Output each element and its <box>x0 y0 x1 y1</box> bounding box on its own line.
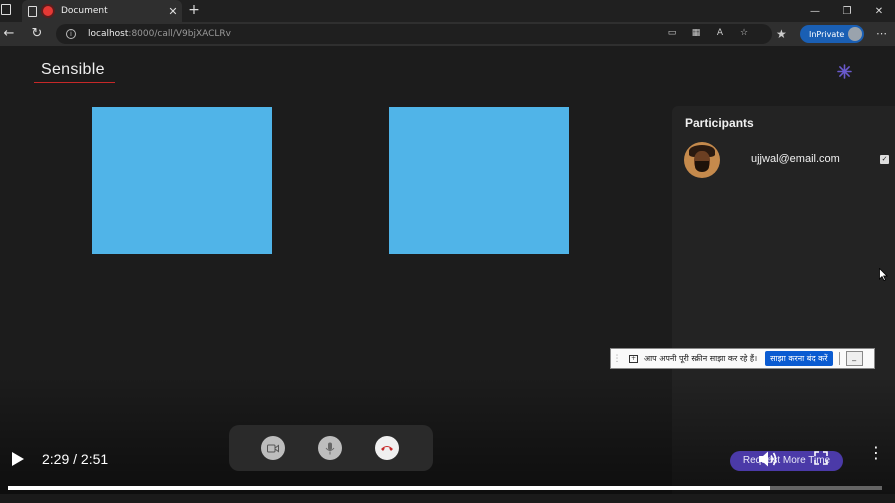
mic-toggle-button[interactable] <box>318 436 342 460</box>
new-tab-button[interactable]: + <box>186 2 202 18</box>
end-call-button[interactable] <box>375 436 399 460</box>
url-host: localhost <box>88 29 129 39</box>
profile-avatar <box>848 27 862 41</box>
url-path: :8000/call/V9bjXACLRv <box>128 29 232 39</box>
recording-icon <box>43 6 53 16</box>
page-icon <box>28 5 37 17</box>
drag-handle-icon[interactable]: ⋮ <box>611 354 623 364</box>
refresh-icon[interactable]: ↻ <box>29 26 45 41</box>
participants-title: Participants <box>685 116 754 130</box>
video-progress-bar[interactable] <box>8 486 882 490</box>
stop-sharing-button[interactable]: साझा करना बंद करें <box>765 351 833 366</box>
camera-in-use-icon[interactable]: ▭ <box>666 28 678 39</box>
call-controls <box>229 425 433 471</box>
screen: Document ✕ + — ❐ ✕ ← ↻ i localhost :8000… <box>0 0 895 503</box>
site-info-icon[interactable]: i <box>66 29 76 39</box>
camera-toggle-button[interactable] <box>261 436 285 460</box>
browser-tab[interactable]: Document ✕ <box>22 0 182 22</box>
favorites-icon[interactable]: ★ <box>776 27 787 41</box>
hang-up-icon <box>381 446 393 451</box>
player-more-icon[interactable]: ⋮ <box>868 445 884 461</box>
participant-email: ujjwal@email.com <box>751 153 840 165</box>
screen-share-icon: + <box>629 354 638 363</box>
app-available-icon[interactable]: ▦ <box>690 28 702 39</box>
url-actions: ▭ ▦ A ☆ <box>666 28 750 39</box>
video-tile-local <box>92 107 272 254</box>
video-time: 2:29 / 2:51 <box>42 451 109 467</box>
mic-icon <box>325 442 335 454</box>
brand-underline <box>34 82 115 83</box>
close-window-button[interactable]: ✕ <box>863 0 895 22</box>
taskbar-strip <box>0 494 895 503</box>
tab-close-icon[interactable]: ✕ <box>164 5 182 18</box>
browser-tab-bar: Document ✕ + — ❐ ✕ <box>0 0 895 22</box>
inprivate-label: InPrivate <box>809 29 845 39</box>
tab-title: Document <box>61 6 108 16</box>
divider <box>838 352 840 365</box>
settings-snowflake-icon[interactable] <box>837 64 852 79</box>
video-tile-remote <box>389 107 569 254</box>
page: Sensible Participants ujjwal@email.com ✓ <box>0 46 895 503</box>
inprivate-badge[interactable]: InPrivate <box>800 25 864 43</box>
participant-checkbox[interactable]: ✓ <box>880 155 889 164</box>
play-icon[interactable] <box>11 451 25 467</box>
browser-menu-icon[interactable]: ⋯ <box>876 27 887 40</box>
url-field[interactable]: i localhost :8000/call/V9bjXACLRv <box>56 24 772 44</box>
read-aloud-icon[interactable]: A <box>714 28 726 39</box>
screen-share-message: आप अपनी पूरी स्क्रीन साझा कर रहे हैं। <box>644 354 758 363</box>
restore-button[interactable]: ❐ <box>831 0 863 22</box>
hide-banner-button[interactable]: _ <box>845 351 863 366</box>
camera-icon <box>267 444 279 452</box>
address-bar-row: ← ↻ i localhost :8000/call/V9bjXACLRv ▭ … <box>0 22 895 46</box>
participants-panel: Participants ujjwal@email.com ✓ <box>672 106 895 503</box>
window-controls: — ❐ ✕ <box>799 0 895 22</box>
tab-actions-icon[interactable] <box>1 4 11 15</box>
volume-icon[interactable] <box>758 450 778 468</box>
participant-row: ujjwal@email.com ✓ <box>684 142 889 178</box>
add-favorite-icon[interactable]: ☆ <box>738 28 750 39</box>
minimize-button[interactable]: — <box>799 0 831 22</box>
mouse-cursor-icon <box>879 268 888 281</box>
video-progress-fill <box>8 486 771 490</box>
brand-logo: Sensible <box>41 61 105 78</box>
back-icon[interactable]: ← <box>1 26 17 41</box>
participant-avatar <box>684 142 720 178</box>
fullscreen-icon[interactable] <box>814 451 828 465</box>
screen-share-banner: ⋮ + आप अपनी पूरी स्क्रीन साझा कर रहे हैं… <box>610 348 875 369</box>
